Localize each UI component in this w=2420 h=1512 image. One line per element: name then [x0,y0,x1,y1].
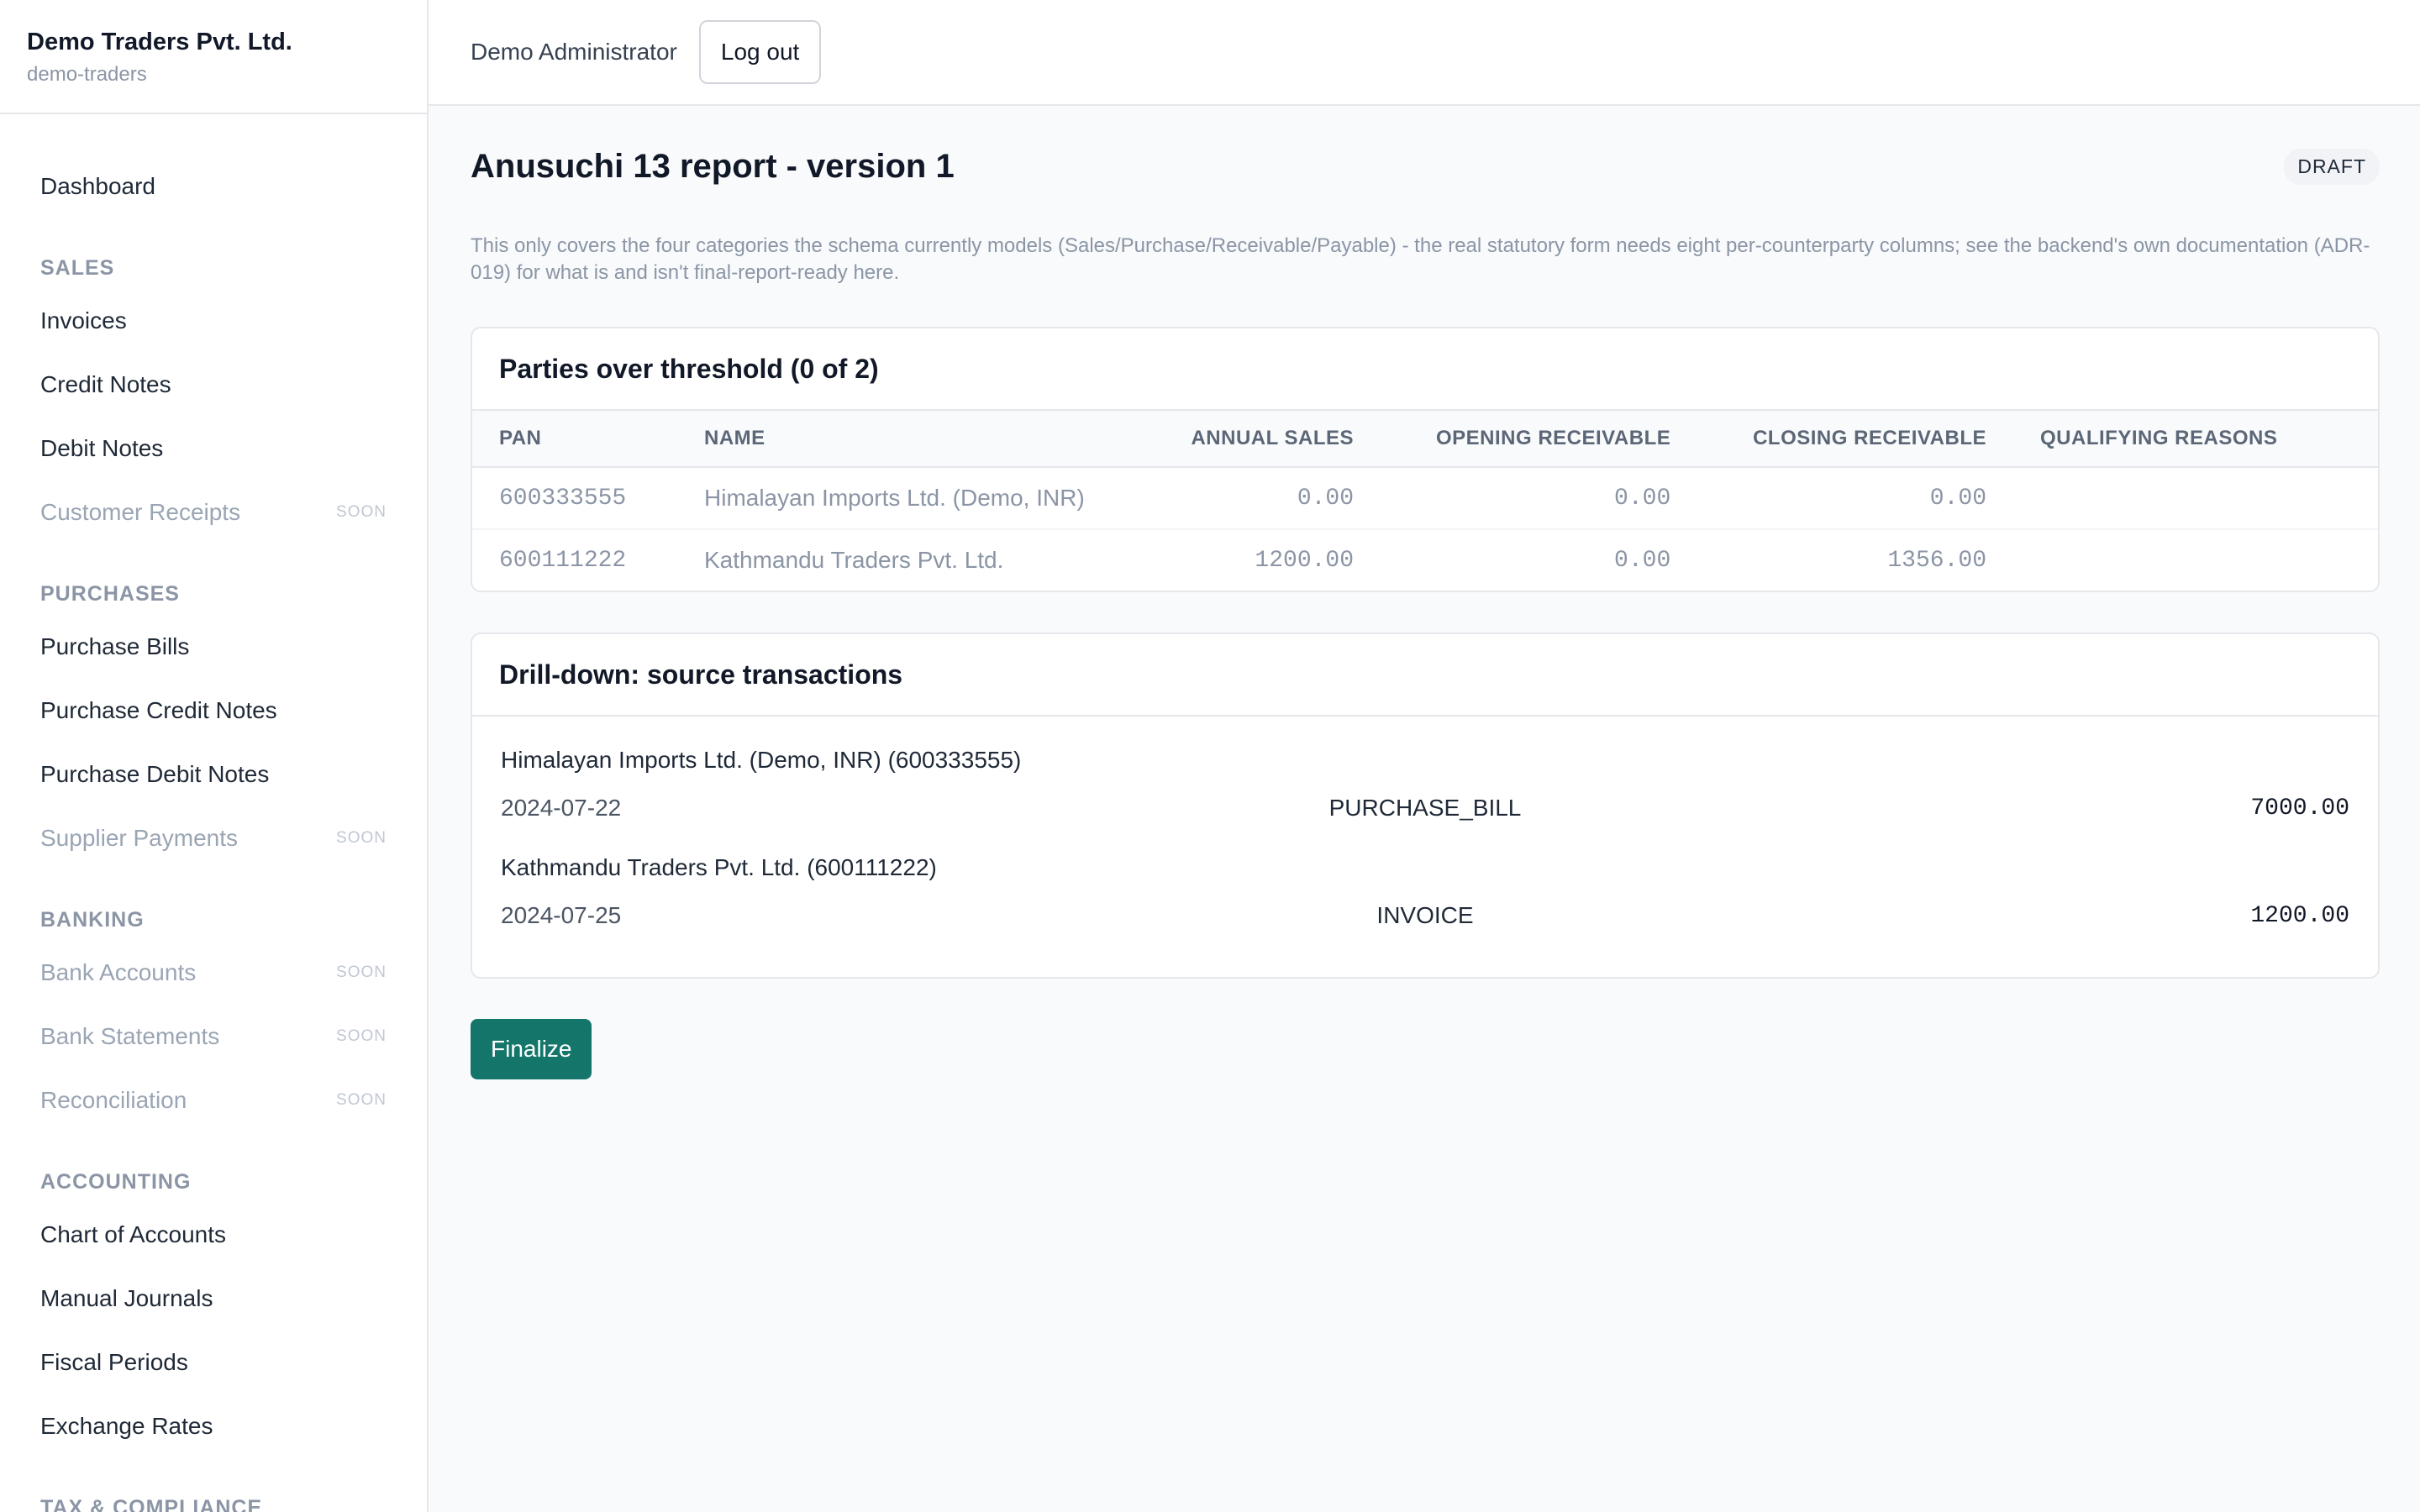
sidebar-item-label: Dashboard [40,173,155,199]
cell-opening-receivable: 0.00 [1614,547,1671,574]
cell-qualifying-reasons [2013,467,2378,530]
transaction-date: 2024-07-25 [501,902,622,928]
parties-heading: Parties over threshold (0 of 2) [472,328,2378,411]
sidebar-item-label: Invoices [40,307,127,333]
sidebar-item-purchase-credit-notes[interactable]: Purchase Credit Notes [0,679,427,743]
sidebar-item-manual-journals[interactable]: Manual Journals [0,1267,427,1331]
soon-badge: SOON [336,503,387,521]
sidebar-item-debit-notes[interactable]: Debit Notes [0,417,427,480]
table-header-row: PAN NAME ANNUAL SALES OPENING RECEIVABLE… [472,411,2378,468]
sidebar-item-bank-statements: Bank Statements SOON [0,1005,427,1068]
transaction-row[interactable]: 2024-07-25 INVOICE 1200.00 [501,895,2349,937]
sidebar-item-label: Manual Journals [40,1285,213,1311]
transaction-type: PURCHASE_BILL [1328,795,1522,821]
cell-pan: 600333555 [472,467,677,530]
cell-opening-receivable: 0.00 [1381,467,1698,530]
sidebar-item-label: Customer Receipts [40,499,241,525]
sidebar-item-label: Bank Accounts [40,959,197,985]
col-closing-receivable: CLOSING RECEIVABLE [1697,411,2013,468]
status-badge: DRAFT [2284,149,2380,185]
transaction-amount: 7000.00 [2250,795,2349,822]
section-tax-compliance: TAX & COMPLIANCE [40,1496,263,1512]
soon-badge: SOON [336,963,387,981]
cell-closing-receivable: 0.00 [1697,467,2013,530]
cell-qualifying-reasons [2013,529,2378,591]
transaction-row[interactable]: 2024-07-22 PURCHASE_BILL 7000.00 [501,787,2349,829]
title-row: Anusuchi 13 report - version 1 DRAFT [471,148,2380,186]
sidebar-item-exchange-rates[interactable]: Exchange Rates [0,1394,427,1458]
brand-block: Demo Traders Pvt. Ltd. demo-traders [0,0,427,114]
current-user: Demo Administrator [471,39,677,65]
sidebar-item-bank-accounts: Bank Accounts SOON [0,941,427,1005]
sidebar-item-label: Chart of Accounts [40,1221,227,1247]
sidebar-item-label: Supplier Payments [40,825,239,851]
sidebar-item-reconciliation: Reconciliation SOON [0,1068,427,1132]
soon-badge: SOON [336,829,387,847]
org-slug: demo-traders [27,63,147,86]
drilldown-party: Himalayan Imports Ltd. (Demo, INR) (6003… [501,747,1022,773]
sidebar-item-label: Purchase Bills [40,633,190,659]
drilldown-card: Drill-down: source transactions Himalaya… [471,633,2380,979]
soon-badge: SOON [336,1027,387,1045]
sidebar-item-chart-of-accounts[interactable]: Chart of Accounts [0,1203,427,1267]
cell-annual-sales: 1200.00 [1255,547,1355,574]
sidebar-item-label: Credit Notes [40,371,171,397]
transaction-date: 2024-07-22 [501,795,622,821]
section-sales: SALES [40,256,115,280]
sidebar-item-label: Fiscal Periods [40,1349,188,1375]
cell-annual-sales: 0.00 [1143,467,1381,530]
col-qualifying-reasons: QUALIFYING REASONS [2013,411,2378,468]
cell-pan: 600111222 [499,547,627,574]
section-banking: BANKING [40,908,145,932]
col-name: NAME [677,411,1143,468]
section-purchases: PURCHASES [40,582,180,606]
sidebar-item-label: Purchase Debit Notes [40,761,270,787]
soon-badge: SOON [336,1091,387,1109]
sidebar-item-supplier-payments: Supplier Payments SOON [0,806,427,870]
col-pan: PAN [472,411,677,468]
cell-name: Himalayan Imports Ltd. (Demo, INR) [677,467,1143,530]
sidebar-nav: Dashboard SALES Invoices Credit Notes De… [0,114,427,1512]
sidebar-item-label: Reconciliation [40,1087,187,1113]
transaction-type: INVOICE [1376,902,1474,928]
finalize-button[interactable]: Finalize [471,1019,592,1079]
sidebar-item-label: Exchange Rates [40,1413,213,1439]
sidebar-item-credit-notes[interactable]: Credit Notes [0,353,427,417]
cell-name: Kathmandu Traders Pvt. Ltd. [704,547,1004,573]
sidebar-item-invoices[interactable]: Invoices [0,289,427,353]
org-name: Demo Traders Pvt. Ltd. [27,29,292,55]
parties-card: Parties over threshold (0 of 2) PAN NAME… [471,327,2380,592]
cell-closing-receivable: 1356.00 [1887,547,1986,574]
drilldown-body: Himalayan Imports Ltd. (Demo, INR) (6003… [472,717,2378,977]
sidebar-item-purchase-bills[interactable]: Purchase Bills [0,615,427,679]
sidebar-item-label: Purchase Credit Notes [40,697,277,723]
parties-table: PAN NAME ANNUAL SALES OPENING RECEIVABLE… [472,411,2378,591]
drilldown-heading: Drill-down: source transactions [472,634,2378,717]
scope-note: This only covers the four categories the… [471,234,2370,284]
sidebar-item-customer-receipts: Customer Receipts SOON [0,480,427,544]
drilldown-party: Kathmandu Traders Pvt. Ltd. (600111222) [501,854,937,880]
sidebar-item-fiscal-periods[interactable]: Fiscal Periods [0,1331,427,1394]
section-accounting: ACCOUNTING [40,1170,192,1194]
col-opening-receivable: OPENING RECEIVABLE [1381,411,1698,468]
page-title: Anusuchi 13 report - version 1 [471,148,955,185]
sidebar: Demo Traders Pvt. Ltd. demo-traders Dash… [0,0,429,1512]
transaction-amount: 1200.00 [2250,902,2349,929]
main-content: Anusuchi 13 report - version 1 DRAFT Thi… [471,106,2380,1079]
top-bar: Demo Administrator Log out [429,0,2420,106]
sidebar-item-dashboard[interactable]: Dashboard [0,155,427,218]
sidebar-item-label: Bank Statements [40,1023,220,1049]
table-row[interactable]: 600333555 Himalayan Imports Ltd. (Demo, … [472,467,2378,530]
col-annual-sales: ANNUAL SALES [1143,411,1381,468]
sidebar-item-label: Debit Notes [40,435,164,461]
sidebar-item-purchase-debit-notes[interactable]: Purchase Debit Notes [0,743,427,806]
table-row[interactable]: 600111222 Kathmandu Traders Pvt. Ltd. 12… [472,529,2378,591]
logout-button[interactable]: Log out [698,20,822,84]
